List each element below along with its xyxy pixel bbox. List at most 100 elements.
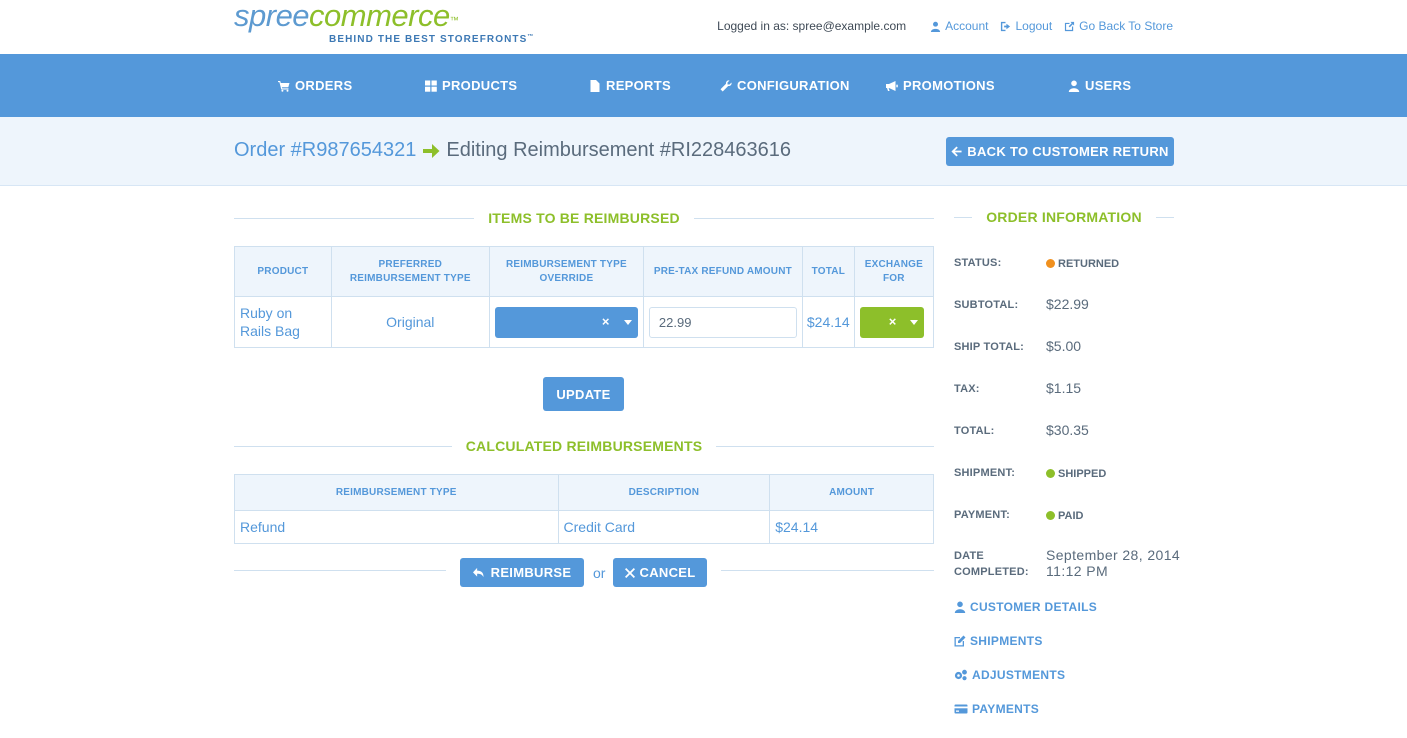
payments-label: PAYMENTS [972,702,1040,716]
divider [721,570,934,571]
nav-reports[interactable]: REPORTS [589,54,671,117]
divider [234,570,446,571]
store-label: Go Back To Store [1079,19,1173,33]
go-back-to-store-link[interactable]: Go Back To Store [1064,19,1173,33]
spree-logo[interactable]: spreecommerce™ BEHIND THE BEST STOREFRON… [234,0,533,45]
calculated-table-header: REIMBURSEMENT TYPE DESCRIPTION AMOUNT [234,474,934,511]
nav-reports-label: REPORTS [606,78,671,93]
order-ship-total-row: SHIP TOTAL: $5.00 [954,338,1174,358]
nav-configuration[interactable]: CONFIGURATION [720,54,850,117]
total-cell: $24.14 [801,296,855,348]
status-text: RETURNED [1058,257,1120,270]
page-title: Order #R987654321 Editing Reimbursement … [234,139,791,162]
shopping-cart-icon [278,80,290,92]
divider [1155,216,1175,218]
items-table: PRODUCT PREFERRED REIMBURSEMENT TYPE REI… [234,246,935,348]
payment-value: PAID [1046,507,1083,523]
payment-badge: PAID [1046,510,1083,522]
table-row: Refund Credit Card $24.14 [234,510,934,544]
update-button[interactable]: UPDATE [543,377,624,411]
reply-icon [472,567,484,578]
order-info-heading-label: ORDER INFORMATION [986,209,1142,225]
order-info-heading: ORDER INFORMATION [954,207,1175,227]
customer-details-link[interactable]: CUSTOMER DETAILS [954,600,1097,614]
description-cell: Credit Card [557,510,771,544]
date-label-line2: COMPLETED: [954,566,1029,578]
bullhorn-icon [886,80,898,91]
shipments-link[interactable]: SHIPMENTS [954,634,1043,648]
items-heading-label: ITEMS TO BE REIMBURSED [488,210,680,226]
chevron-down-icon [623,319,632,325]
account-link[interactable]: Account [930,19,988,33]
back-to-customer-return-button[interactable]: BACK TO CUSTOMER RETURN [946,137,1174,166]
th-large-icon [425,80,437,92]
reimburse-button[interactable]: REIMBURSE [460,558,584,587]
subtotal-label: SUBTOTAL: [954,299,1019,311]
order-link[interactable]: Order #R987654321 [234,139,416,162]
divider [693,217,935,219]
reimburse-button-label: REIMBURSE [490,565,572,580]
cancel-button-label: CANCEL [639,565,696,580]
calculated-table: REIMBURSEMENT TYPE DESCRIPTION AMOUNT Re… [234,474,934,544]
user-icon [1068,80,1080,92]
adjustments-label: ADJUSTMENTS [972,668,1066,682]
payments-link[interactable]: PAYMENTS [954,702,1039,716]
status-value: RETURNED [1046,255,1119,271]
calculated-section-heading: CALCULATED REIMBURSEMENTS [234,436,935,456]
order-subtotal-row: SUBTOTAL: $22.99 [954,296,1174,316]
exchange-for-select[interactable]: × [859,306,924,338]
clear-selection-icon[interactable]: × [602,314,610,329]
divider [954,216,973,218]
calculated-heading-label: CALCULATED REIMBURSEMENTS [465,438,703,454]
clear-selection-icon[interactable]: × [889,314,897,329]
order-status-row: STATUS: RETURNED [954,255,1174,275]
date-value-line1: September 28, 2014 [1046,547,1181,563]
col-preferred-type: PREFERRED REIMBURSEMENT TYPE [330,246,490,297]
logo-wordmark: spreecommerce™ [234,0,459,33]
shipment-badge: SHIPPED [1046,468,1106,480]
exchange-cell: × [853,296,935,348]
ship-total-value: $5.00 [1046,338,1082,354]
reimbursement-type-select[interactable]: × [494,306,638,338]
subtotal-value: $22.99 [1046,296,1089,312]
cancel-button[interactable]: CANCEL [613,558,707,587]
pretax-cell [642,296,803,348]
col-pretax-amount: PRE-TAX REFUND AMOUNT [642,246,803,297]
date-label-line1: DATE [954,550,984,562]
order-date-row: DATE COMPLETED: September 28, 2014 11:12 P… [954,547,1180,582]
nav-users[interactable]: USERS [1068,54,1131,117]
order-shipment-row: SHIPMENT: SHIPPED [954,465,1174,485]
arrow-right-icon [423,143,440,158]
adjustments-link[interactable]: ADJUSTMENTS [954,668,1065,682]
close-icon [624,567,635,578]
main-nav: ORDERS PRODUCTS REPORTS CONFIGURATION PR… [0,54,1407,117]
pretax-amount-input[interactable] [648,306,797,338]
nav-promotions[interactable]: PROMOTIONS [886,54,995,117]
product-link[interactable]: Ruby on Rails Bag [240,305,300,339]
date-value-line2: 11:12 PM [1046,563,1109,579]
col-type-override: REIMBURSEMENT TYPE OVERRIDE [488,246,644,297]
order-tax-row: TAX: $1.15 [954,380,1174,400]
cogs-icon [954,669,967,681]
payment-label: PAYMENT: [954,509,1010,521]
nav-orders[interactable]: ORDERS [278,54,352,117]
back-button-label: BACK TO CUSTOMER RETURN [967,144,1169,159]
date-completed-value: September 28, 2014 11:12 PM [1046,547,1180,579]
shipment-label: SHIPMENT: [954,467,1016,479]
col-product: PRODUCT [234,246,332,297]
nav-configuration-label: CONFIGURATION [737,78,850,93]
arrow-left-icon [951,146,962,157]
order-payment-row: PAYMENT: PAID [954,507,1174,527]
table-row: Ruby on Rails Bag Original × $24.14 × [234,296,935,348]
ship-total-label: SHIP TOTAL: [954,341,1025,353]
col-total: TOTAL [801,246,855,297]
logo-commerce: commerce [309,0,450,33]
reimbursement-type-cell: Refund [234,510,559,544]
nav-products[interactable]: PRODUCTS [425,54,517,117]
chevron-down-icon [909,319,918,325]
logout-label: Logout [1015,19,1053,33]
shipment-text: SHIPPED [1058,467,1107,480]
nav-orders-label: ORDERS [295,78,353,93]
logout-link[interactable]: Logout [1000,19,1052,33]
order-total-row: TOTAL: $30.35 [954,422,1174,442]
